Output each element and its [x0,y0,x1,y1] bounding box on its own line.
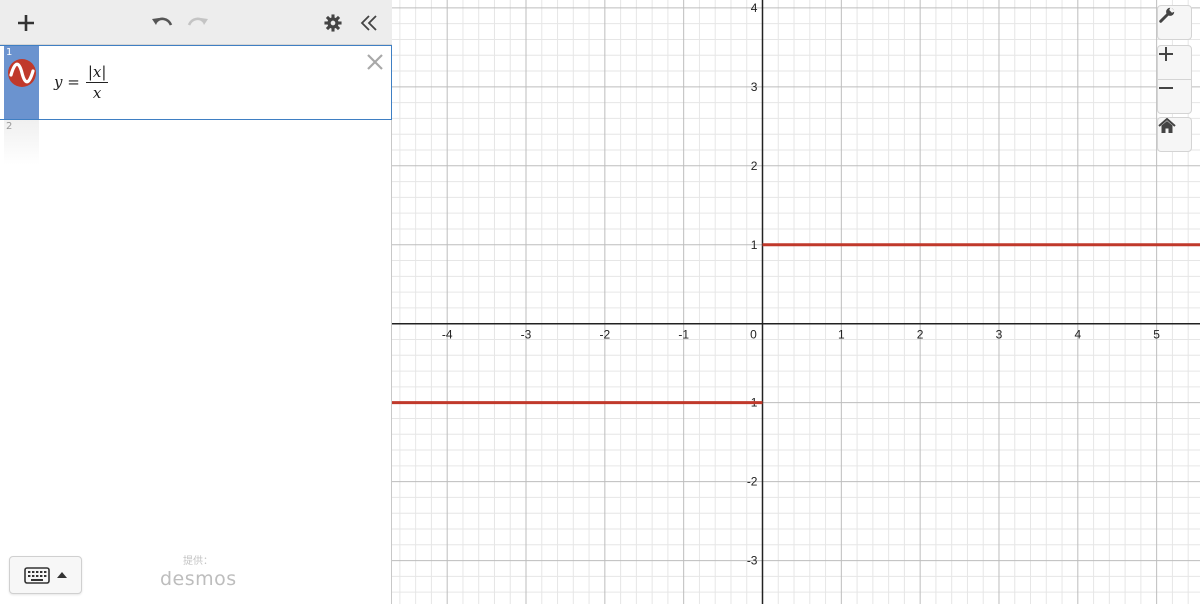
y-tick-label: 4 [751,1,758,15]
x-tick-label: 1 [838,328,845,342]
expression-tab[interactable]: 1 [4,46,39,119]
graph-toggle-icon[interactable] [7,58,37,88]
y-tick-label: -2 [747,475,758,489]
y-tick-label: 1 [751,238,758,252]
x-tick-label: 0 [750,328,757,342]
y-tick-label: 3 [751,80,758,94]
collapse-panel-button[interactable] [354,8,384,38]
expression-list: 1 y = |x| x 2 [0,45,392,165]
y-tick-label: -3 [747,554,758,568]
add-expression-button[interactable] [11,8,41,38]
x-tick-label: 4 [1074,328,1081,342]
x-tick-label: -4 [442,328,453,342]
home-icon [1158,118,1176,133]
wrench-icon [1159,6,1176,23]
x-tick-label: -2 [600,328,611,342]
plus-icon [18,15,34,31]
expression-number: 1 [6,47,13,58]
gear-icon [324,14,342,32]
graph-plot[interactable]: -4 -3 -2 -1 0 1 2 3 4 54321-1-2-3 [392,0,1200,604]
close-icon [367,54,383,70]
graph-settings-button[interactable] [1157,5,1192,40]
formula-numerator: |x| [85,62,109,83]
empty-expression-item[interactable]: 2 [0,120,392,165]
graph-canvas[interactable]: -4 -3 -2 -1 0 1 2 3 4 5 4 3 2 1 -1 -2 -3 [392,0,1200,604]
expression-tab: 2 [4,120,39,165]
double-chevron-left-icon [360,15,377,31]
redo-button[interactable] [183,8,213,38]
zoom-out-button[interactable] [1157,79,1192,114]
plus-icon [1159,47,1173,61]
expression-toolbar [0,0,392,45]
x-tick-label: 5 [1153,328,1160,342]
y-tick-label: 2 [751,159,758,173]
keyboard-toggle-button[interactable] [9,556,82,594]
expression-panel: 1 y = |x| x 2 提供： desmos [0,0,392,604]
x-tick-label: 2 [917,328,924,342]
formula-denominator: x [92,83,102,102]
redo-icon [187,17,208,26]
desmos-logo: desmos [160,568,237,590]
keyboard-icon [23,566,50,584]
caret-up-icon [56,572,67,578]
delete-expression-button[interactable] [364,51,386,73]
expression-item[interactable]: 1 y = |x| x [0,45,392,120]
minus-icon [1159,87,1173,89]
default-viewport-button[interactable] [1157,117,1192,152]
x-tick-label: 3 [996,328,1003,342]
zoom-in-button[interactable] [1157,45,1192,80]
expression-number: 2 [6,121,13,132]
formula-lhs: y = [54,73,80,91]
powered-by-label: 提供： [183,556,213,567]
undo-button[interactable] [147,8,177,38]
settings-button[interactable] [318,8,348,38]
formula-fraction: |x| x [85,62,109,102]
x-tick-label: -1 [678,328,689,342]
powered-by-desmos[interactable]: 提供： desmos [160,556,236,590]
expression-formula[interactable]: y = |x| x [54,60,109,104]
x-tick-label: -3 [521,328,532,342]
undo-icon [152,17,173,26]
